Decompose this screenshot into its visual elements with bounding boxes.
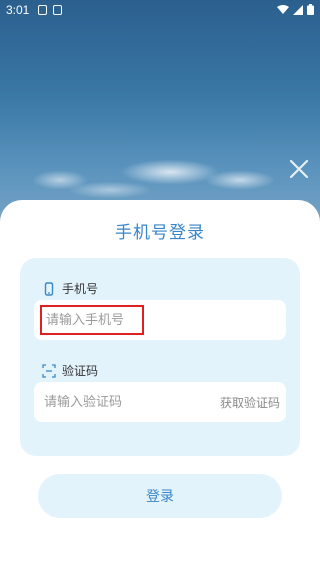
code-input[interactable] — [40, 390, 188, 414]
close-icon — [289, 159, 309, 179]
login-button[interactable]: 登录 — [38, 474, 282, 518]
phone-input-box[interactable] — [34, 300, 286, 340]
wifi-icon — [277, 4, 289, 14]
login-sheet: 手机号登录 手机号 验证码 获取验证码 — [0, 200, 320, 568]
login-screen: 3:01 手机号登录 手机号 请输入手机号 验证码 请输入验证码 获取验证码 登… — [0, 0, 320, 568]
verification-code-icon — [42, 363, 56, 378]
status-notification-icons — [38, 5, 62, 15]
phone-icon — [44, 281, 54, 296]
login-form-card: 手机号 验证码 获取验证码 — [20, 258, 300, 456]
code-label-text: 验证码 — [62, 364, 99, 378]
code-label: 验证码 — [42, 362, 98, 379]
phone-input[interactable] — [40, 305, 144, 335]
get-code-button[interactable]: 获取验证码 — [220, 394, 280, 411]
battery-icon — [307, 4, 314, 15]
signal-icon — [293, 4, 303, 15]
app-notification-icon — [53, 5, 62, 15]
notification-icon — [38, 5, 47, 15]
status-bar: 3:01 — [0, 0, 320, 22]
code-input-box[interactable]: 获取验证码 — [34, 382, 286, 422]
status-system-icons — [277, 4, 314, 15]
phone-label-text: 手机号 — [62, 282, 99, 296]
phone-label: 手机号 — [42, 280, 98, 297]
close-button[interactable] — [288, 158, 310, 180]
page-title: 手机号登录 — [115, 223, 205, 243]
status-time: 3:01 — [6, 3, 30, 17]
